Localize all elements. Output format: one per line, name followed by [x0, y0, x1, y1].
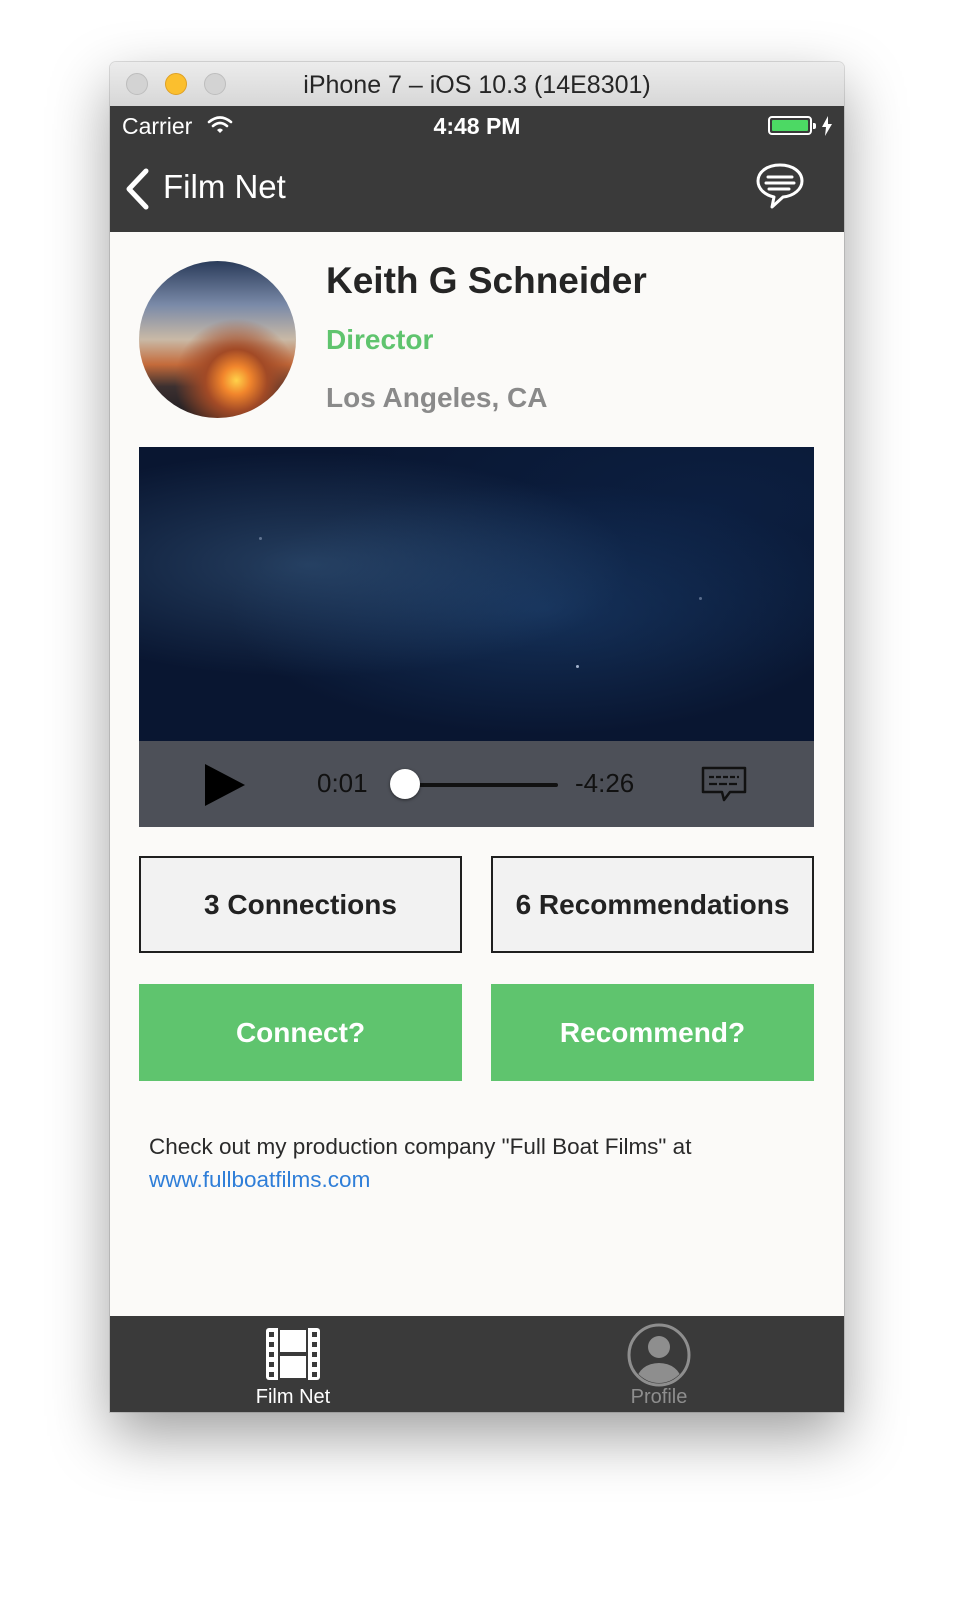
avatar — [139, 261, 296, 418]
status-time: 4:48 PM — [433, 113, 521, 139]
tab-label-profile: Profile — [630, 1386, 688, 1408]
bio-text: Check out my production company "Full Bo… — [149, 1134, 692, 1159]
navigation-bar: Film Net — [110, 146, 844, 232]
tab-profile[interactable]: Profile — [579, 1316, 739, 1412]
recommend-button[interactable]: Recommend? — [491, 984, 814, 1081]
battery-icon — [768, 116, 816, 135]
profile-name: Keith G Schneider — [326, 260, 647, 301]
scrub-bar[interactable] — [404, 783, 558, 787]
status-bar: Carrier 4:48 PM — [110, 106, 844, 146]
elapsed-time: 0:01 — [317, 768, 368, 798]
connections-button[interactable]: 3 Connections — [139, 856, 462, 953]
film-strip-icon — [264, 1326, 322, 1387]
bio: Check out my production company "Full Bo… — [149, 1130, 809, 1196]
profile-icon — [626, 1322, 692, 1393]
window-titlebar: iPhone 7 – iOS 10.3 (14E8301) — [110, 62, 844, 107]
window-title: iPhone 7 – iOS 10.3 (14E8301) — [303, 71, 651, 99]
charging-bolt-icon — [821, 116, 833, 141]
video-frame[interactable] — [139, 447, 814, 741]
scrub-thumb[interactable] — [389, 769, 420, 799]
tab-label-film-net: Film Net — [255, 1386, 331, 1408]
video-player: 0:01 -4:26 — [139, 447, 814, 827]
back-button[interactable]: Film Net — [163, 168, 286, 206]
back-chevron-icon[interactable] — [124, 168, 152, 215]
bio-link[interactable]: www.fullboatfilms.com — [149, 1167, 370, 1192]
connect-button[interactable]: Connect? — [139, 984, 462, 1081]
simulator-window: iPhone 7 – iOS 10.3 (14E8301) Carrier 4:… — [110, 62, 844, 1412]
recommendations-button[interactable]: 6 Recommendations — [491, 856, 814, 953]
play-icon[interactable] — [203, 762, 247, 813]
profile-location: Los Angeles, CA — [326, 382, 548, 413]
tab-bar: Film Net Profile — [110, 1316, 844, 1412]
captions-icon[interactable] — [700, 765, 748, 808]
video-controls: 0:01 -4:26 — [139, 741, 814, 827]
chat-bubble-icon[interactable] — [755, 162, 805, 215]
profile-role: Director — [326, 324, 434, 355]
tab-film-net[interactable]: Film Net — [213, 1316, 373, 1412]
remaining-time: -4:26 — [575, 768, 635, 798]
profile-content: Keith G Schneider Director Los Angeles, … — [110, 232, 844, 1316]
